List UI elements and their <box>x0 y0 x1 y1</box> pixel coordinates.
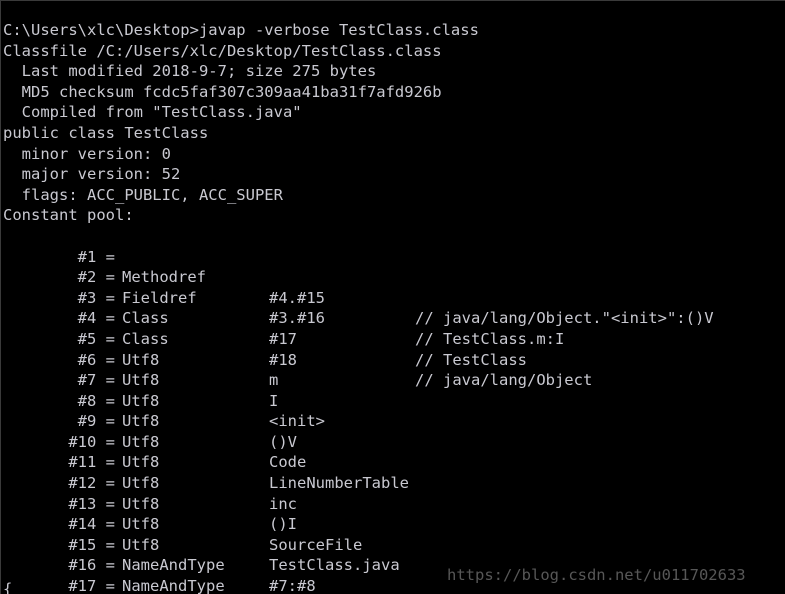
constant-pool-entry: #12 = Utf8 ()I <box>3 452 785 533</box>
major-version-line: major version: 52 <box>3 165 181 184</box>
constant-pool-header: Constant pool: <box>3 206 134 225</box>
class-declaration-line: public class TestClass <box>3 123 209 142</box>
constant-pool-entry: #10 = Utf8 LineNumberTable <box>3 411 785 492</box>
constant-pool-entry: #13 = Utf8 SourceFile <box>3 473 785 554</box>
constant-pool-entry: #15 = NameAndType #7:#8 // "<init>":()V <box>3 514 785 594</box>
constant-pool-entry: #1 = Methodref #4.#15 // java/lang/Objec… <box>3 226 785 328</box>
terminal-window[interactable]: C:\Users\xlc\Desktop>javap -verbose Test… <box>0 0 785 594</box>
constant-pool-entry: #14 = Utf8 TestClass.java <box>3 494 785 574</box>
compiled-from-line: Compiled from "TestClass.java" <box>3 103 302 122</box>
constant-pool-entry: #2 = Fieldref #3.#16 // TestClass.m:I <box>3 247 785 348</box>
minor-version-line: minor version: 0 <box>3 144 171 163</box>
constant-pool-entry: #6 = Utf8 I <box>3 329 785 410</box>
constant-pool-entry: #5 = Utf8 m <box>3 308 785 389</box>
trailing-brace-line: { <box>3 580 13 594</box>
constant-pool-entry: #4 = Class #18 // java/lang/Object <box>3 288 785 389</box>
blog-watermark: https://blog.csdn.net/u011702633 <box>447 566 746 584</box>
constant-pool-entry: #7 = Utf8 <init> <box>3 350 785 430</box>
constant-pool-entry: #3 = Class #17 // TestClass <box>3 267 785 369</box>
constant-pool-entry: #8 = Utf8 ()V <box>3 370 785 451</box>
classfile-path-line: Classfile /C:/Users/xlc/Desktop/TestClas… <box>3 41 442 60</box>
constant-pool-entry: #11 = Utf8 inc <box>3 432 785 512</box>
command-prompt-line: C:\Users\xlc\Desktop>javap -verbose Test… <box>3 21 479 39</box>
terminal-output: C:\Users\xlc\Desktop>javap -verbose Test… <box>3 20 785 594</box>
constant-pool-entry: #9 = Utf8 Code <box>3 391 785 471</box>
flags-line: flags: ACC_PUBLIC, ACC_SUPER <box>3 185 283 204</box>
md5-checksum-line: MD5 checksum fcdc5faf307c309aa41ba31f7af… <box>3 82 442 101</box>
constant-pool-entry: #16 = NameAndType #5:#6 // m:I <box>3 535 785 594</box>
last-modified-line: Last modified 2018-9-7; size 275 bytes <box>3 62 377 81</box>
